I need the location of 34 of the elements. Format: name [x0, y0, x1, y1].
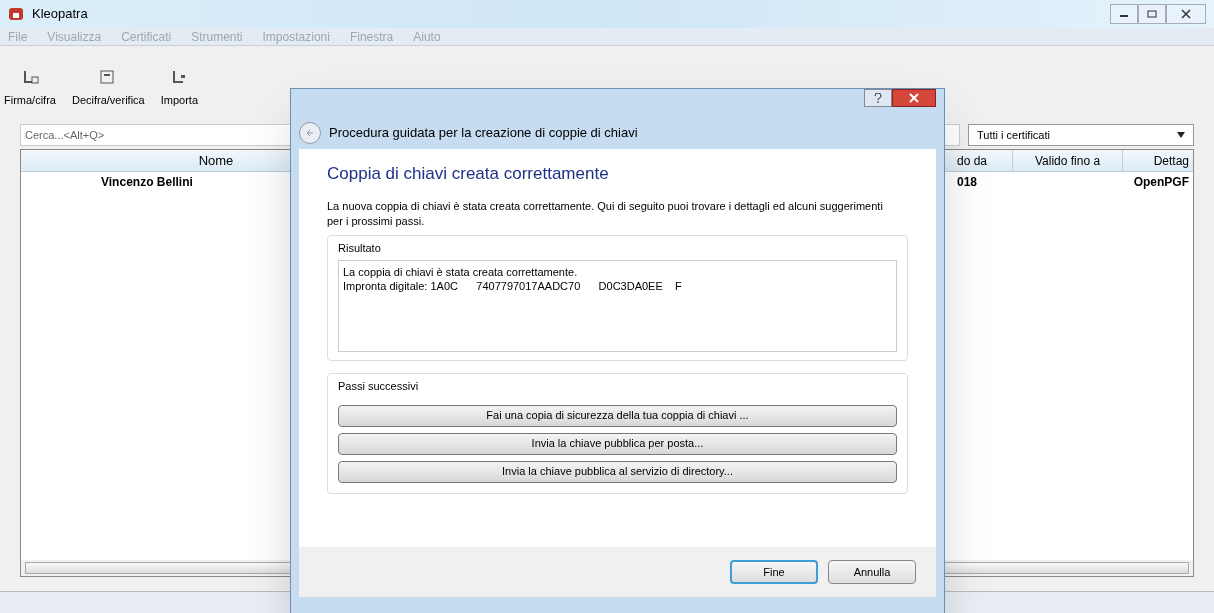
close-icon	[909, 93, 919, 103]
group-label: Passi successivi	[338, 379, 420, 394]
help-button[interactable]	[864, 89, 892, 107]
column-header[interactable]: do da	[953, 150, 1013, 171]
group-label: Risultato	[338, 240, 382, 256]
close-button[interactable]	[892, 89, 936, 107]
result-line: Impronta digitale: 1A0C 7407797017AADC70 D0C3DA0EE F	[343, 279, 683, 293]
result-line: La coppia di chiavi è stata creata correttamente.	[343, 265, 579, 279]
intro-text: La nuova coppia di chiavi è stata creata correttamente. Qui di seguito puoi trovare i dettagli ed alcuni suggerimenti per i prossimi passi.	[327, 198, 884, 229]
window-title: Kleopatra	[32, 5, 88, 24]
column-header[interactable]: Dettag	[1123, 150, 1193, 171]
maximize-icon	[1147, 10, 1157, 18]
minimize-button[interactable]	[1110, 4, 1138, 24]
action-button[interactable]: Invia la chiave pubblica per posta...	[338, 432, 897, 455]
dropdown-caret-icon	[1177, 132, 1185, 138]
filter-dropdown[interactable]: Tutti i certificati	[968, 124, 1194, 146]
dialog-title: Procedura guidata per la creazione di coppie di chiavi	[329, 124, 638, 143]
dialog-button[interactable]: Fine	[730, 560, 818, 584]
action-button[interactable]: Fai una copia di sicurezza della tua coppia di chiavi ...	[338, 404, 897, 427]
toolbar-button[interactable]: Decifra/verifica	[71, 67, 145, 108]
table-cell: Vincenzo Bellini	[101, 175, 193, 189]
toolbar-button[interactable]: Firma/cifra	[4, 67, 56, 108]
back-arrow-icon	[305, 128, 315, 138]
page-heading: Coppia di chiavi creata correttamente	[327, 163, 610, 185]
app-icon	[8, 7, 24, 21]
table-cell-text: OpenPGF	[1132, 174, 1190, 191]
help-icon	[874, 93, 882, 103]
toolbar-button[interactable]: Importa	[160, 67, 198, 108]
column-header[interactable]: Valido fino a	[1013, 150, 1123, 171]
dialog-button[interactable]: Annulla	[828, 560, 916, 584]
close-icon	[1181, 9, 1191, 19]
back-button[interactable]	[299, 122, 321, 144]
action-button[interactable]: Invia la chiave pubblica al servizio di directory...	[338, 460, 897, 483]
table-cell-text: 018	[956, 174, 979, 191]
